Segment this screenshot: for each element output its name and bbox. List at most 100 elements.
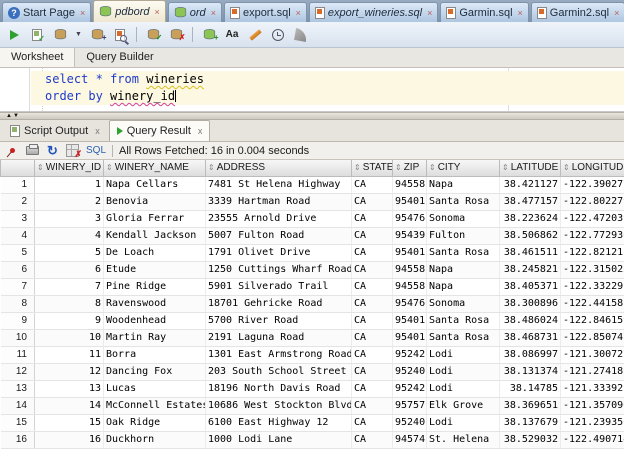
cell-latitude[interactable]: 38.131374 xyxy=(500,363,561,380)
cell-address[interactable]: 6100 East Highway 12 xyxy=(206,414,352,431)
cell-state[interactable]: CA xyxy=(352,397,393,414)
column-header-winery_name[interactable]: ⇕WINERY_NAME xyxy=(104,160,206,176)
cell-winery_name[interactable]: Benovia xyxy=(104,193,206,210)
cell-city[interactable]: St. Helena xyxy=(427,431,500,448)
cell-state[interactable]: CA xyxy=(352,363,393,380)
cell-winery_id[interactable]: 12 xyxy=(35,363,104,380)
cell-winery_name[interactable]: Ravenswood xyxy=(104,295,206,312)
explain-plan-button[interactable]: + xyxy=(88,26,106,44)
sort-icon[interactable]: ⇕ xyxy=(208,163,215,172)
sql-label-button[interactable]: SQL xyxy=(86,145,106,156)
cell-zip[interactable]: 94558 xyxy=(393,261,427,278)
cell-city[interactable]: Santa Rosa xyxy=(427,244,500,261)
splitter-up-icon[interactable]: ▲ xyxy=(6,113,12,119)
cell-longitude[interactable]: -122.846159 xyxy=(561,312,624,329)
case-toggle-button[interactable]: Aa xyxy=(223,26,241,44)
table-row[interactable]: 1212Dancing Fox203 South School StreetCA… xyxy=(1,363,624,380)
cell-winery_id[interactable]: 8 xyxy=(35,295,104,312)
cell-zip[interactable]: 94574 xyxy=(393,431,427,448)
cell-state[interactable]: CA xyxy=(352,431,393,448)
cell-longitude[interactable]: -121.300727 xyxy=(561,346,624,363)
run-script-button[interactable]: ✓ xyxy=(28,26,46,44)
table-row[interactable]: 99Woodenhead5700 River RoadCA95401Santa … xyxy=(1,312,624,329)
cell-zip[interactable]: 95242 xyxy=(393,380,427,397)
cell-winery_name[interactable]: Oak Ridge xyxy=(104,414,206,431)
cell-longitude[interactable]: -122.472039 xyxy=(561,210,624,227)
cell-address[interactable]: 203 South School Street xyxy=(206,363,352,380)
cell-state[interactable]: CA xyxy=(352,244,393,261)
pin-button[interactable] xyxy=(5,144,20,158)
table-row[interactable]: 1616Duckhorn1000 Lodi LaneCA94574St. Hel… xyxy=(1,431,624,448)
run-statement-button[interactable] xyxy=(5,26,23,44)
close-icon[interactable]: x xyxy=(198,126,203,136)
cell-latitude[interactable]: 38.137679 xyxy=(500,414,561,431)
cell-state[interactable]: CA xyxy=(352,261,393,278)
cell-address[interactable]: 7481 St Helena Highway xyxy=(206,176,352,193)
cell-address[interactable]: 1250 Cuttings Wharf Road xyxy=(206,261,352,278)
column-header-state[interactable]: ⇕STATE xyxy=(352,160,393,176)
close-icon[interactable]: × xyxy=(80,8,85,18)
cell-latitude[interactable]: 38.245821 xyxy=(500,261,561,278)
cell-winery_name[interactable]: Pine Ridge xyxy=(104,278,206,295)
table-row[interactable]: 44Kendall Jackson5007 Fulton RoadCA95439… xyxy=(1,227,624,244)
cell-winery_id[interactable]: 5 xyxy=(35,244,104,261)
cell-winery_id[interactable]: 4 xyxy=(35,227,104,244)
cell-latitude[interactable]: 38.300896 xyxy=(500,295,561,312)
cell-winery_name[interactable]: Kendall Jackson xyxy=(104,227,206,244)
cell-state[interactable]: CA xyxy=(352,278,393,295)
result-tab-query-result[interactable]: Query Resultx xyxy=(109,120,211,141)
cell-address[interactable]: 1000 Lodi Lane xyxy=(206,431,352,448)
sort-icon[interactable]: ⇕ xyxy=(354,163,361,172)
cell-longitude[interactable]: -122.490714 xyxy=(561,431,624,448)
cell-address[interactable]: 23555 Arnold Drive xyxy=(206,210,352,227)
document-tab-garmin-sql[interactable]: Garmin.sql× xyxy=(440,2,528,22)
cell-city[interactable]: Santa Rosa xyxy=(427,312,500,329)
rollback-button[interactable]: ✗ xyxy=(167,26,185,44)
cell-longitude[interactable]: -122.772936 xyxy=(561,227,624,244)
cell-zip[interactable]: 94558 xyxy=(393,176,427,193)
cell-zip[interactable]: 95240 xyxy=(393,414,427,431)
column-header-longitude[interactable]: ⇕LONGITUDE xyxy=(561,160,624,176)
cell-zip[interactable]: 95476 xyxy=(393,295,427,312)
cell-address[interactable]: 18196 North Davis Road xyxy=(206,380,352,397)
column-header-winery_id[interactable]: ⇕WINERY_ID xyxy=(35,160,104,176)
document-tab-pdbord[interactable]: pdbord× xyxy=(93,0,166,22)
table-row[interactable]: 1515Oak Ridge6100 East Highway 12CA95240… xyxy=(1,414,624,431)
cell-city[interactable]: Napa xyxy=(427,278,500,295)
table-row[interactable]: 11Napa Cellars7481 St Helena HighwayCA94… xyxy=(1,176,624,193)
table-row[interactable]: 55De Loach1791 Olivet DriveCA95401Santa … xyxy=(1,244,624,261)
find-db-object-button[interactable] xyxy=(111,26,129,44)
cell-zip[interactable]: 95476 xyxy=(393,210,427,227)
cell-latitude[interactable]: 38.468731 xyxy=(500,329,561,346)
close-icon[interactable]: × xyxy=(211,8,216,18)
cell-address[interactable]: 1791 Olivet Drive xyxy=(206,244,352,261)
cell-city[interactable]: Lodi xyxy=(427,380,500,397)
cell-latitude[interactable]: 38.421127 xyxy=(500,176,561,193)
cell-winery_name[interactable]: De Loach xyxy=(104,244,206,261)
sort-icon[interactable]: ⇕ xyxy=(106,163,113,172)
clear-button[interactable] xyxy=(246,26,264,44)
cell-latitude[interactable]: 38.369651 xyxy=(500,397,561,414)
cell-longitude[interactable]: -122.850747 xyxy=(561,329,624,346)
cell-latitude[interactable]: 38.477157 xyxy=(500,193,561,210)
table-row[interactable]: 1313Lucas18196 North Davis RoadCA95242Lo… xyxy=(1,380,624,397)
result-tab-script-output[interactable]: Script Outputx xyxy=(3,121,107,141)
cell-zip[interactable]: 95242 xyxy=(393,346,427,363)
cell-zip[interactable]: 95439 xyxy=(393,227,427,244)
cell-state[interactable]: CA xyxy=(352,329,393,346)
cell-state[interactable]: CA xyxy=(352,227,393,244)
column-header-zip[interactable]: ⇕ZIP xyxy=(393,160,427,176)
table-row[interactable]: 1010Martin Ray2191 Laguna RoadCA95401San… xyxy=(1,329,624,346)
cell-winery_name[interactable]: Dancing Fox xyxy=(104,363,206,380)
grid-header-row[interactable]: ⇕WINERY_ID⇕WINERY_NAME⇕ADDRESS⇕STATE⇕ZIP… xyxy=(1,160,624,176)
cell-winery_id[interactable]: 3 xyxy=(35,210,104,227)
sql-editor[interactable]: select * from wineriesorder by winery_id xyxy=(0,68,624,112)
cell-latitude[interactable]: 38.223624 xyxy=(500,210,561,227)
cell-zip[interactable]: 94558 xyxy=(393,278,427,295)
result-table[interactable]: ⇕WINERY_ID⇕WINERY_NAME⇕ADDRESS⇕STATE⇕ZIP… xyxy=(0,160,624,449)
cell-winery_id[interactable]: 13 xyxy=(35,380,104,397)
close-icon[interactable]: × xyxy=(614,8,619,18)
cell-longitude[interactable]: -121.239356 xyxy=(561,414,624,431)
table-row[interactable]: 33Gloria Ferrar23555 Arnold DriveCA95476… xyxy=(1,210,624,227)
cell-city[interactable]: Fulton xyxy=(427,227,500,244)
